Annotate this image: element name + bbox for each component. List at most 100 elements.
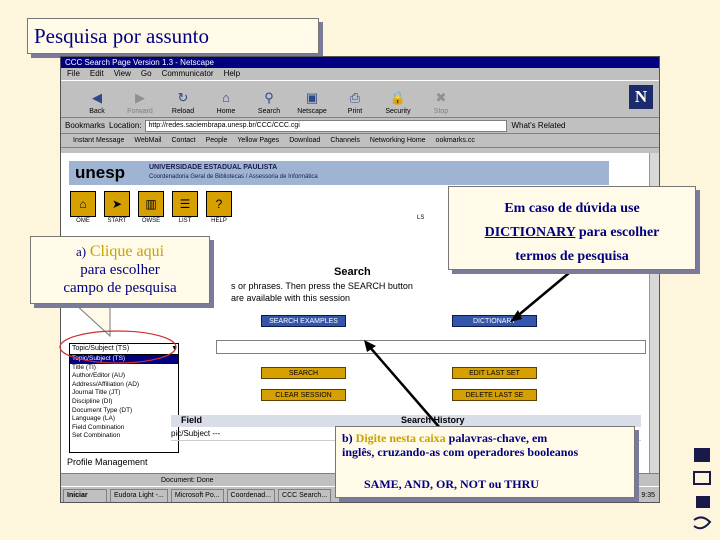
personal-item[interactable]: Instant Message: [73, 137, 124, 144]
taskbar-item[interactable]: Microsoft Po...: [170, 489, 224, 502]
forward-button[interactable]: ▶ Forward: [120, 81, 160, 117]
field-option[interactable]: Field Combination: [70, 424, 178, 433]
field-option[interactable]: Set Combination: [70, 432, 178, 441]
field-option[interactable]: Topic/Subject (TS): [70, 355, 178, 364]
menu-bar: File Edit View Go Communicator Help: [61, 68, 659, 80]
taskbar-item[interactable]: Eudora Light -...: [110, 489, 168, 502]
slide-title: Pesquisa por assunto: [27, 18, 319, 54]
side-decoration-icon: [693, 448, 712, 530]
stop-icon: ✖: [435, 90, 447, 105]
field-option[interactable]: Title (TI): [70, 364, 178, 373]
taskbar-item[interactable]: CCC Search...: [278, 489, 332, 502]
whats-related-button[interactable]: What's Related: [511, 121, 565, 130]
clear-session-button[interactable]: CLEAR SESSION: [261, 389, 346, 401]
personal-toolbar: Instant Message WebMail Contact People Y…: [61, 134, 659, 148]
back-button[interactable]: ◀ Back: [77, 81, 117, 117]
menu-edit[interactable]: Edit: [90, 68, 104, 80]
callout-b-marker: b): [342, 431, 353, 445]
search-icon: ⚲: [264, 90, 274, 105]
taskbar-item[interactable]: Coordenad...: [226, 489, 276, 502]
reload-icon: ↻: [177, 90, 189, 105]
nav-buttons: ⌂ OME ➤ START ▥ OWSE ☰ LIST ? HELP: [69, 191, 233, 227]
callout-a-line2: para escolher: [80, 262, 160, 278]
callout-b-line2: inglês, cruzando-as com operadores boole…: [342, 445, 579, 459]
field-option[interactable]: Language (LA): [70, 415, 178, 424]
field-option[interactable]: Document Type (DT): [70, 407, 178, 416]
nav-browse-button[interactable]: ▥ OWSE: [137, 191, 165, 227]
profile-management: Profile Management: [67, 457, 148, 467]
callout-top-line1: Em caso de dúvida use: [504, 201, 640, 216]
nav-start-button[interactable]: ➤ START: [103, 191, 131, 227]
print-button[interactable]: ⎙ Print: [335, 81, 375, 117]
callout-top-line2: para escolher: [578, 225, 660, 240]
netscape-button[interactable]: ▣ Netscape: [292, 81, 332, 117]
field-column-header: Field: [181, 415, 203, 425]
menu-go[interactable]: Go: [141, 68, 152, 80]
security-button[interactable]: 🔒 Security: [378, 81, 418, 117]
history-row-field: pic/Subject ---: [171, 429, 221, 438]
nav-help-button[interactable]: ? HELP: [205, 191, 233, 227]
menu-file[interactable]: File: [67, 68, 80, 80]
location-bar: Bookmarks Location: http://redes.saciemb…: [61, 118, 659, 134]
personal-item[interactable]: WebMail: [134, 137, 161, 144]
window-title: CCC Search Page Version 1.3 - Netscape: [61, 57, 659, 68]
callout-dictionary: Em caso de dúvida use DICTIONARY para es…: [448, 186, 696, 270]
reload-button[interactable]: ↻ Reload: [163, 81, 203, 117]
stop-button[interactable]: ✖ Stop: [421, 81, 461, 117]
field-option[interactable]: Address/Affiliation (AD): [70, 381, 178, 390]
menu-view[interactable]: View: [114, 68, 131, 80]
instructions-line-2: are available with this session: [231, 293, 351, 303]
search-heading: Search: [334, 266, 371, 278]
university-subtitle: Coordenadoria Geral de Bibliotecas / Ass…: [149, 174, 318, 180]
callout-b-line1: palavras-chave, em: [448, 431, 548, 445]
menu-help[interactable]: Help: [224, 68, 240, 80]
print-icon: ⎙: [349, 90, 361, 105]
start-button[interactable]: Iniciar: [63, 489, 107, 502]
field-option[interactable]: Author/Editor (AU): [70, 372, 178, 381]
home-icon: ⌂: [222, 90, 230, 105]
navigation-toolbar: ◀ Back ▶ Forward ↻ Reload ⌂ Home ⚲ Search ▣ Ne…: [61, 80, 659, 118]
nav-list-button[interactable]: ☰ LIST: [171, 191, 199, 227]
university-name: UNIVERSIDADE ESTADUAL PAULISTA: [149, 164, 278, 171]
field-select[interactable]: Topic/Subject (TS) ▼ Topic/Subject (TS) T…: [69, 343, 179, 453]
personal-item[interactable]: Yellow Pages: [237, 137, 279, 144]
personal-item[interactable]: ookmarks.cc: [436, 137, 475, 144]
callout-type-keywords: b) Digite nesta caixa palavras-chave, em…: [335, 426, 635, 498]
nav-home-button[interactable]: ⌂ OME: [69, 191, 97, 227]
home-icon: ⌂: [70, 191, 96, 217]
personal-item[interactable]: People: [206, 137, 228, 144]
dictionary-button[interactable]: DICTIONARY: [452, 315, 537, 327]
callout-b-line3: SAME, AND, OR, NOT ou THRU: [364, 477, 539, 491]
callout-a-line3: campo de pesquisa: [63, 280, 177, 296]
personal-item[interactable]: Download: [289, 137, 320, 144]
location-label: Location:: [109, 121, 142, 130]
field-option[interactable]: Journal Title (JT): [70, 389, 178, 398]
search-examples-button[interactable]: SEARCH EXAMPLES: [261, 315, 346, 327]
location-input[interactable]: http://redes.saciembrapa.unesp.br/CCC/CC…: [145, 119, 508, 132]
callout-top-line3: termos de pesquisa: [515, 249, 629, 264]
chevron-down-icon[interactable]: ▼: [171, 344, 178, 354]
delete-last-set-button[interactable]: DELETE LAST SE: [452, 389, 537, 401]
back-arrow-icon: ◀: [92, 90, 102, 105]
field-select-current[interactable]: Topic/Subject (TS) ▼: [70, 344, 178, 355]
search-button[interactable]: ⚲ Search: [249, 81, 289, 117]
history-column-header: Search History: [401, 415, 465, 425]
ls-label: LS: [417, 215, 425, 221]
home-button[interactable]: ⌂ Home: [206, 81, 246, 117]
unesp-header: unesp UNIVERSIDADE ESTADUAL PAULISTA Coo…: [69, 161, 609, 185]
search-input[interactable]: [216, 340, 646, 354]
bookmarks-button[interactable]: Bookmarks: [65, 121, 105, 130]
list-icon: ☰: [172, 191, 198, 217]
instructions-line-1: s or phrases. Then press the SEARCH butt…: [231, 281, 413, 291]
field-option[interactable]: Discipline (DI): [70, 398, 178, 407]
personal-item[interactable]: Channels: [330, 137, 360, 144]
personal-item[interactable]: Networking Home: [370, 137, 426, 144]
callout-a-marker: a): [75, 244, 87, 259]
netscape-logo: N: [629, 85, 653, 109]
menu-communicator[interactable]: Communicator: [162, 68, 214, 80]
edit-last-set-button[interactable]: EDIT LAST SET: [452, 367, 537, 379]
security-icon: 🔒: [389, 90, 407, 105]
browse-icon: ▥: [138, 191, 164, 217]
search-submit-button[interactable]: SEARCH: [261, 367, 346, 379]
personal-item[interactable]: Contact: [171, 137, 195, 144]
